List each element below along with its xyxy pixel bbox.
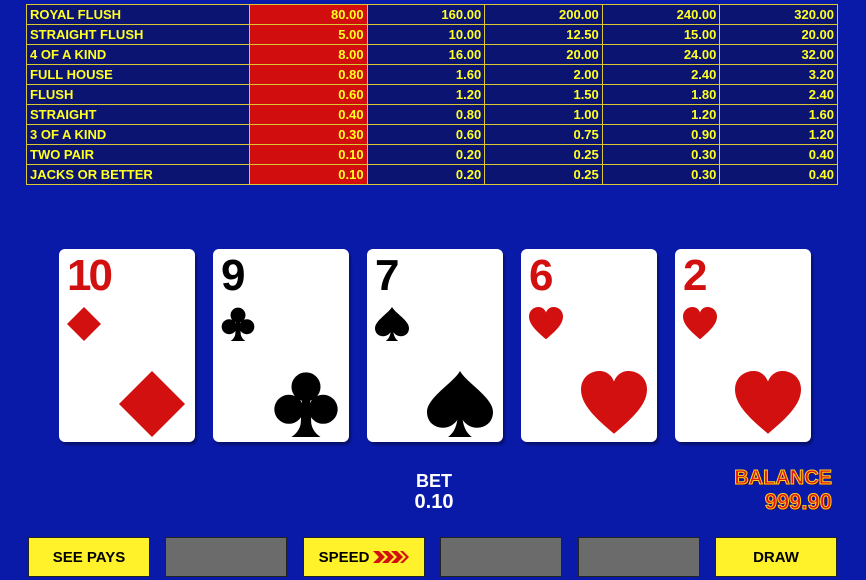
paytable-hand-name: TWO PAIR <box>26 144 250 165</box>
diamond-icon <box>119 369 185 439</box>
paytable-payout: 8.00 <box>249 44 368 65</box>
paytable-payout: 3.20 <box>719 64 838 85</box>
paytable-payout: 1.00 <box>484 104 603 125</box>
paytable-payout: 200.00 <box>484 4 603 25</box>
paytable-hand-name: 3 OF A KIND <box>26 124 250 145</box>
paytable-payout: 0.60 <box>249 84 368 105</box>
spade-icon <box>375 301 409 347</box>
paytable-payout: 0.20 <box>366 164 486 185</box>
balance-label: BALANCE <box>734 467 833 490</box>
paytable-payout: 2.40 <box>601 64 721 85</box>
card-rank: 7 <box>375 251 400 300</box>
paytable-hand-name: 4 OF A KIND <box>26 44 250 65</box>
paytable-payout: 32.00 <box>719 44 838 65</box>
paytable-payout: 20.00 <box>484 44 603 65</box>
paytable-payout: 0.10 <box>249 164 368 185</box>
playing-card[interactable]: 9 <box>213 249 349 442</box>
card-rank: 9 <box>221 251 246 300</box>
paytable-payout: 12.50 <box>484 24 603 45</box>
speed-chevrons-icon <box>373 550 410 564</box>
hold-button-1[interactable] <box>165 537 287 577</box>
playing-card[interactable]: 6 <box>521 249 657 442</box>
paytable-payout: 0.75 <box>484 124 603 145</box>
paytable-payout: 0.25 <box>484 164 603 185</box>
card-rank: 6 <box>529 251 554 300</box>
paytable-payout: 1.50 <box>484 84 603 105</box>
balance-value: 999.90 <box>764 489 832 515</box>
playing-card[interactable]: 7 <box>367 249 503 442</box>
paytable-payout: 1.60 <box>719 104 838 125</box>
paytable-payout: 0.10 <box>249 144 368 165</box>
paytable-hand-name: JACKS OR BETTER <box>26 164 250 185</box>
paytable-payout: 0.80 <box>249 64 368 85</box>
paytable-row: JACKS OR BETTER 0.10 0.20 0.25 0.30 0.40 <box>26 164 838 185</box>
paytable-payout: 20.00 <box>719 24 838 45</box>
hold-button-2[interactable] <box>440 537 562 577</box>
heart-icon <box>581 369 647 439</box>
draw-label: DRAW <box>753 548 799 566</box>
see-pays-label: SEE PAYS <box>52 548 126 566</box>
hold-button-3[interactable] <box>578 537 700 577</box>
paytable-hand-name: STRAIGHT FLUSH <box>26 24 250 45</box>
paytable-payout: 10.00 <box>366 24 486 45</box>
paytable-hand-name: ROYAL FLUSH <box>26 4 250 25</box>
paytable-row: 3 OF A KIND 0.30 0.60 0.75 0.90 1.20 <box>26 124 838 145</box>
paytable-payout: 0.40 <box>719 144 838 165</box>
paytable-payout: 0.80 <box>366 104 486 125</box>
bet-value: 0.10 <box>414 491 454 513</box>
paytable-body: ROYAL FLUSH 80.00 160.00 200.00 240.00 320.00… <box>26 4 838 185</box>
draw-button[interactable]: DRAW <box>715 537 837 577</box>
paytable-payout: 0.30 <box>601 144 721 165</box>
paytable-payout: 2.40 <box>719 84 838 105</box>
club-icon <box>273 369 339 439</box>
paytable-payout: 16.00 <box>366 44 486 65</box>
paytable-payout: 0.60 <box>366 124 486 145</box>
paytable-row: ROYAL FLUSH 80.00 160.00 200.00 240.00 320.00 <box>26 4 838 25</box>
paytable-payout: 1.80 <box>601 84 721 105</box>
paytable-row: TWO PAIR 0.10 0.20 0.25 0.30 0.40 <box>26 144 838 165</box>
speed-button[interactable]: SPEED <box>303 537 425 577</box>
paytable-hand-name: STRAIGHT <box>26 104 250 125</box>
paytable-payout: 1.20 <box>366 84 486 105</box>
paytable-row: FULL HOUSE 0.80 1.60 2.00 2.40 3.20 <box>26 64 838 85</box>
heart-icon <box>735 369 801 439</box>
paytable-payout: 1.20 <box>719 124 838 145</box>
paytable-payout: 1.60 <box>366 64 486 85</box>
paytable-payout: 320.00 <box>719 4 838 25</box>
playing-card[interactable]: 10 <box>59 249 195 442</box>
paytable-hand-name: FULL HOUSE <box>26 64 250 85</box>
see-pays-button[interactable]: SEE PAYS <box>28 537 150 577</box>
paytable-payout: 1.20 <box>601 104 721 125</box>
paytable-row: STRAIGHT 0.40 0.80 1.00 1.20 1.60 <box>26 104 838 125</box>
diamond-icon <box>67 301 101 347</box>
bet-label: BET <box>416 471 452 491</box>
paytable-row: 4 OF A KIND 8.00 16.00 20.00 24.00 32.00 <box>26 44 838 65</box>
paytable-payout: 0.25 <box>484 144 603 165</box>
paytable-row: STRAIGHT FLUSH 5.00 10.00 12.50 15.00 20.00 <box>26 24 838 45</box>
paytable-payout: 240.00 <box>601 4 721 25</box>
paytable-payout: 24.00 <box>601 44 721 65</box>
spade-icon <box>427 369 493 439</box>
paytable-payout: 0.30 <box>249 124 368 145</box>
paytable-payout: 15.00 <box>601 24 721 45</box>
paytable-payout: 0.40 <box>249 104 368 125</box>
paytable-payout: 0.20 <box>366 144 486 165</box>
playing-card[interactable]: 2 <box>675 249 811 442</box>
paytable-payout: 0.90 <box>601 124 721 145</box>
paytable-row: FLUSH 0.60 1.20 1.50 1.80 2.40 <box>26 84 838 105</box>
paytable-payout: 160.00 <box>366 4 486 25</box>
club-icon <box>221 301 255 347</box>
paytable-payout: 80.00 <box>249 4 368 25</box>
paytable-payout: 5.00 <box>249 24 368 45</box>
heart-icon <box>529 301 563 347</box>
paytable-payout: 0.30 <box>601 164 721 185</box>
paytable: ROYAL FLUSH 80.00 160.00 200.00 240.00 320.00… <box>26 4 838 185</box>
paytable-hand-name: FLUSH <box>26 84 250 105</box>
card-rank: 2 <box>683 251 708 300</box>
paytable-payout: 0.40 <box>719 164 838 185</box>
card-rank: 10 <box>67 251 113 300</box>
speed-label: SPEED <box>318 548 370 566</box>
paytable-payout: 2.00 <box>484 64 603 85</box>
heart-icon <box>683 301 717 347</box>
